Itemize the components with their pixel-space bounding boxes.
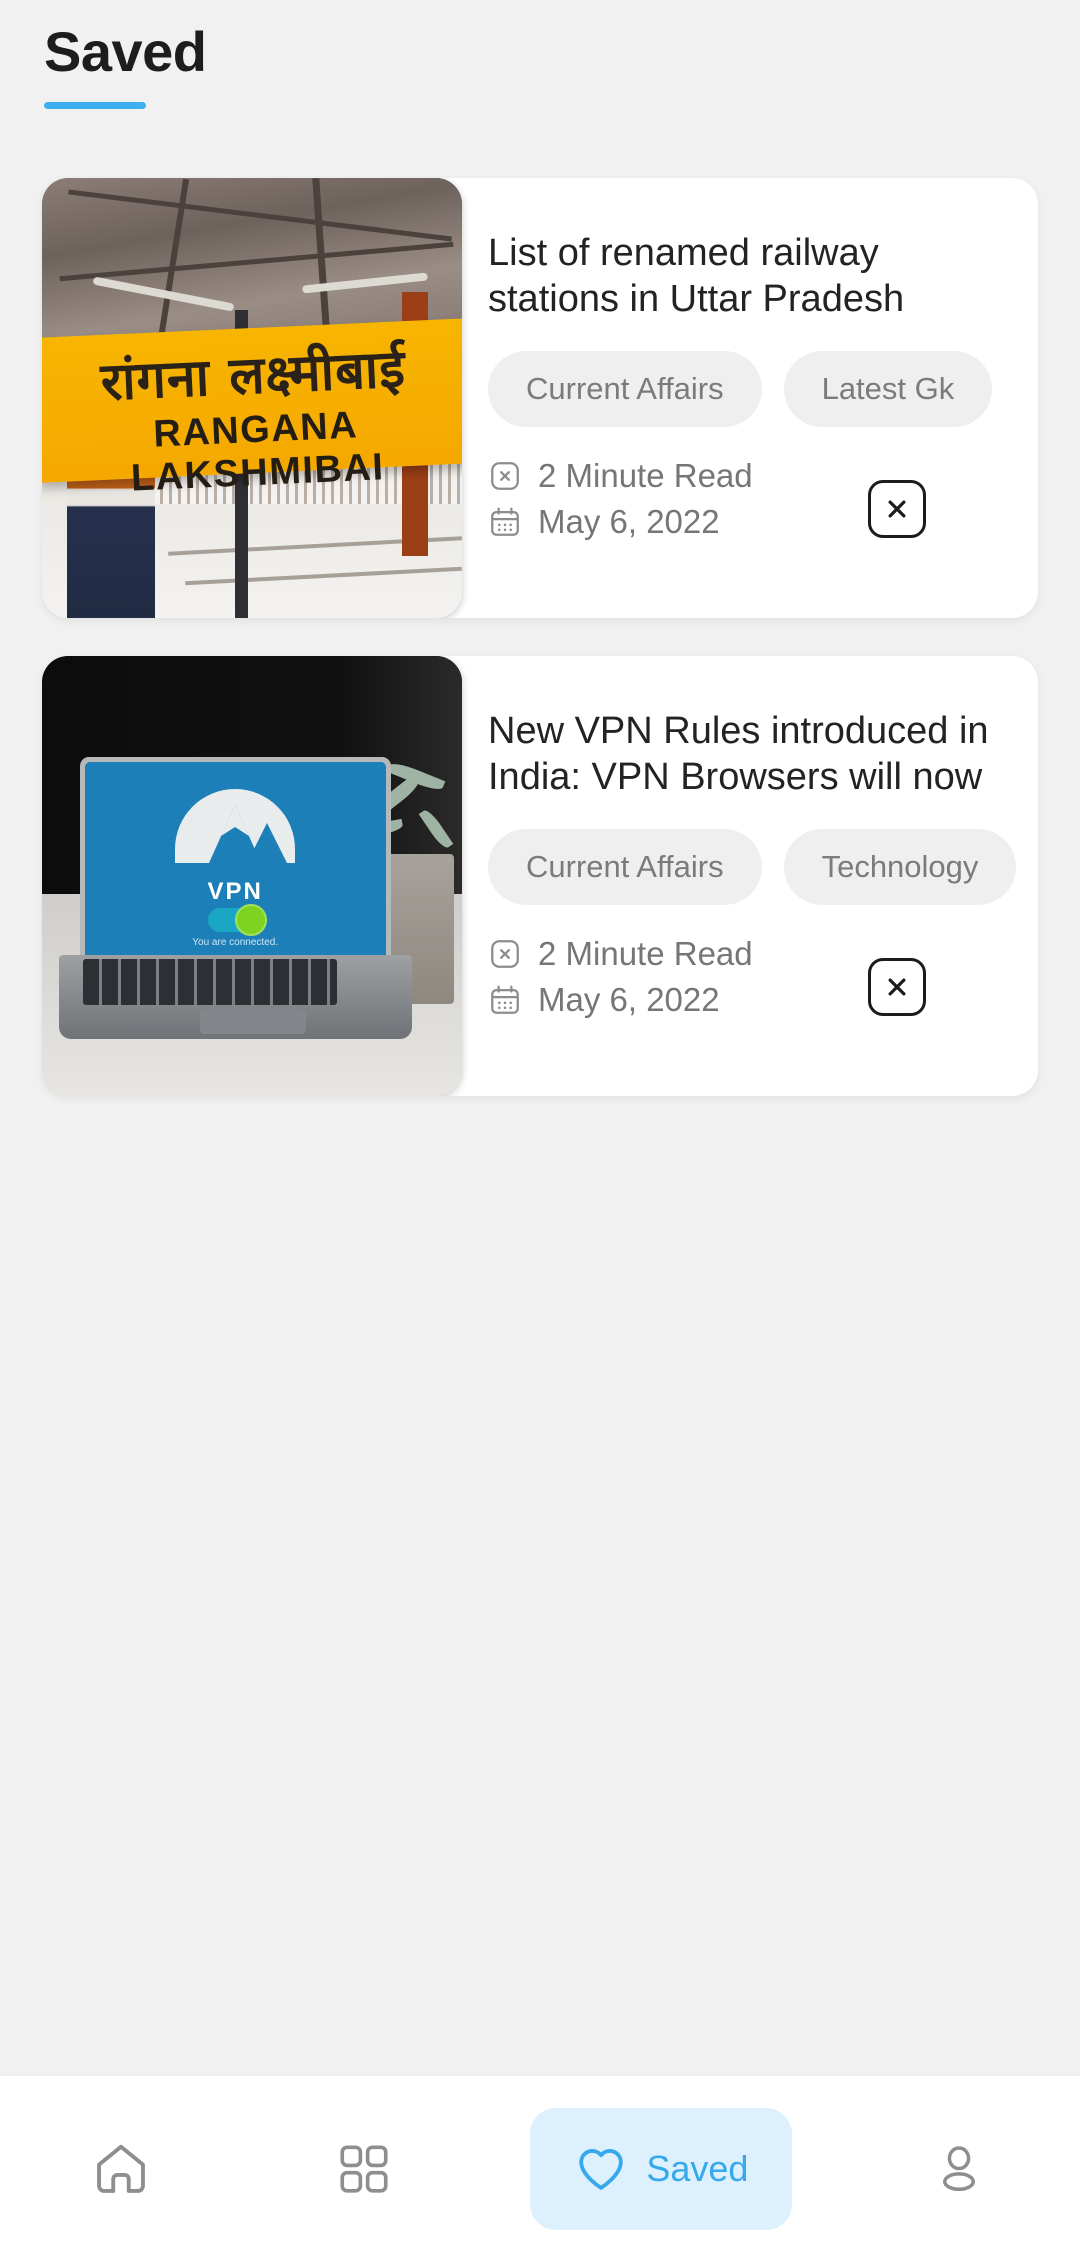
clock-icon (491, 939, 519, 968)
article-thumbnail[interactable]: VPN You are connected. (42, 656, 462, 1096)
close-icon (888, 978, 906, 996)
laptop-keyboard (83, 958, 338, 1006)
laptop-screen: VPN You are connected. (84, 762, 386, 955)
article-thumbnail[interactable]: रांगना लक्ष्मीबाई RANGANA LAKSHMIBAI (42, 178, 462, 618)
nav-active-pill[interactable]: Saved (530, 2107, 793, 2230)
nav-item-saved[interactable]: Saved (485, 2076, 837, 2261)
article-tag[interactable]: Current Affairs (488, 828, 762, 905)
article-tag-list: Current Affairs Latest Gk (488, 350, 1038, 427)
article-tag[interactable]: Current Affairs (488, 350, 762, 427)
page-title-underline (44, 102, 146, 109)
article-title: List of renamed railway stations in Utta… (488, 232, 905, 321)
saved-article-card[interactable]: VPN You are connected. New VPN Rules int… (42, 656, 1038, 1096)
vpn-screen-label: VPN (207, 877, 263, 905)
nav-item-categories[interactable] (243, 2076, 486, 2261)
home-icon (97, 2144, 146, 2193)
saved-article-card[interactable]: रांगना लक्ष्मीबाई RANGANA LAKSHMIBAI Lis… (42, 178, 1038, 618)
vpn-status-text: You are connected. (192, 937, 279, 949)
nav-item-profile[interactable] (837, 2076, 1080, 2261)
date-label: May 6, 2022 (538, 502, 720, 540)
read-time-label: 2 Minute Read (538, 934, 753, 972)
bottom-navigation-bar: Saved (0, 2075, 1080, 2261)
article-meta: 2 Minute Read May 6, 2022 (488, 935, 1038, 1019)
station-name-board: रांगना लक्ष्मीबाई RANGANA LAKSHMIBAI (42, 317, 462, 499)
article-meta: 2 Minute Read May 6, 2022 (488, 457, 1038, 541)
calendar-icon (491, 507, 519, 536)
article-tag-list: Current Affairs Technology (488, 828, 1038, 905)
person-icon (942, 2145, 975, 2191)
close-icon (888, 500, 906, 518)
laptop-screen-bezel: VPN You are connected. (79, 757, 391, 960)
read-time-label: 2 Minute Read (538, 456, 753, 494)
date-label: May 6, 2022 (538, 980, 720, 1018)
nav-item-label-saved: Saved (646, 2147, 749, 2189)
nav-item-home[interactable] (0, 2076, 243, 2261)
article-body: List of renamed railway stations in Utta… (462, 178, 1038, 618)
article-read-time: 2 Minute Read (488, 935, 753, 973)
article-date: May 6, 2022 (488, 981, 753, 1019)
article-meta-lines: 2 Minute Read May 6, 2022 (488, 457, 753, 541)
article-read-time: 2 Minute Read (488, 457, 753, 495)
vpn-toggle (208, 904, 268, 937)
remove-saved-button[interactable] (868, 480, 926, 538)
laptop-trackpad (199, 1008, 306, 1034)
vpn-toggle-knob (235, 904, 268, 937)
article-body: New VPN Rules introduced in India: VPN B… (462, 656, 1038, 1096)
vpn-mountain-logo (175, 789, 296, 864)
saved-article-list: रांगना लक्ष्मीबाई RANGANA LAKSHMIBAI Lis… (0, 178, 1080, 1134)
article-date: May 6, 2022 (488, 503, 753, 541)
page-header: Saved (44, 24, 207, 109)
article-tag[interactable]: Technology (783, 828, 1017, 905)
grid-icon (340, 2144, 388, 2193)
remove-saved-button[interactable] (868, 958, 926, 1016)
page-title: Saved (44, 20, 207, 83)
article-tag[interactable]: Latest Gk (783, 350, 993, 427)
calendar-icon (491, 985, 519, 1014)
heart-icon (579, 2148, 624, 2190)
app-root: Saved रांगना लक्ष्मीबाई RANGANA LAKSHMIB… (0, 0, 1080, 2261)
laptop-base (58, 955, 412, 1039)
article-title: New VPN Rules introduced in India: VPN B… (488, 710, 989, 799)
article-meta-lines: 2 Minute Read May 6, 2022 (488, 935, 753, 1019)
clock-icon (491, 461, 519, 490)
